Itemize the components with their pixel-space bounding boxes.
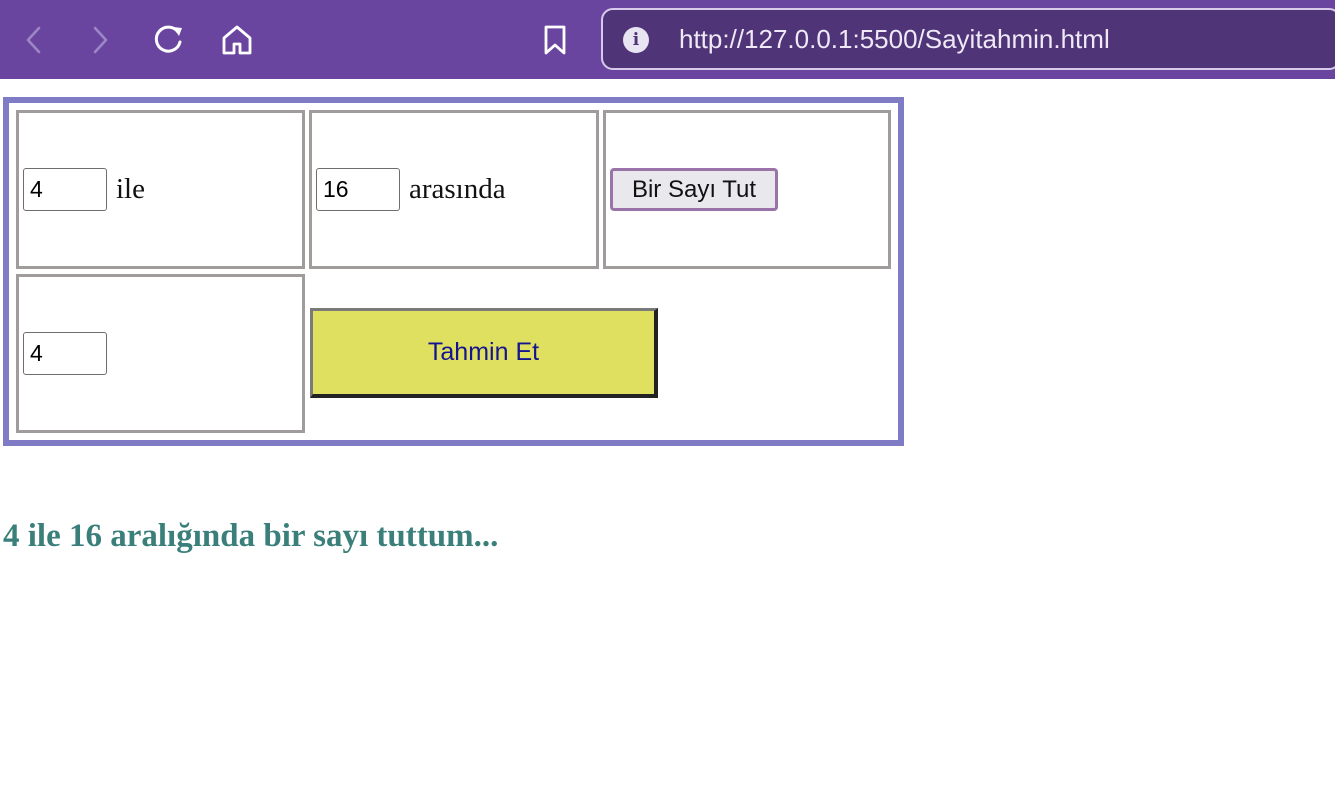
game-table: ile arasında Bir Sayı Tut Tahmin Et	[3, 97, 904, 446]
reload-button[interactable]	[148, 20, 188, 60]
result-message: 4 ile 16 aralığında bir sayı tuttum...	[3, 518, 499, 554]
forward-arrow-icon	[93, 26, 108, 54]
reload-icon	[154, 25, 182, 53]
forward-button[interactable]	[80, 20, 120, 60]
back-arrow-icon	[26, 26, 41, 54]
min-input[interactable]	[23, 168, 107, 211]
guess-button[interactable]: Tahmin Et	[310, 308, 658, 398]
max-cell: arasında	[309, 110, 599, 269]
guess-input[interactable]	[23, 332, 107, 375]
back-button[interactable]	[14, 20, 54, 60]
bookmark-button[interactable]	[535, 20, 575, 60]
pick-number-button[interactable]: Bir Sayı Tut	[610, 168, 778, 211]
pick-cell: Bir Sayı Tut	[603, 110, 891, 269]
home-icon	[222, 25, 252, 55]
url-text[interactable]: http://127.0.0.1:5500/Sayitahmin.html	[679, 24, 1110, 55]
guess-cell	[16, 274, 305, 433]
min-label: ile	[116, 173, 145, 205]
home-button[interactable]	[217, 20, 257, 60]
address-bar[interactable]: i http://127.0.0.1:5500/Sayitahmin.html	[601, 8, 1335, 70]
bookmark-icon	[544, 25, 566, 55]
info-icon[interactable]: i	[623, 27, 649, 53]
browser-toolbar: i http://127.0.0.1:5500/Sayitahmin.html	[0, 0, 1335, 79]
max-input[interactable]	[316, 168, 400, 211]
max-label: arasında	[409, 173, 506, 205]
min-cell: ile	[16, 110, 305, 269]
